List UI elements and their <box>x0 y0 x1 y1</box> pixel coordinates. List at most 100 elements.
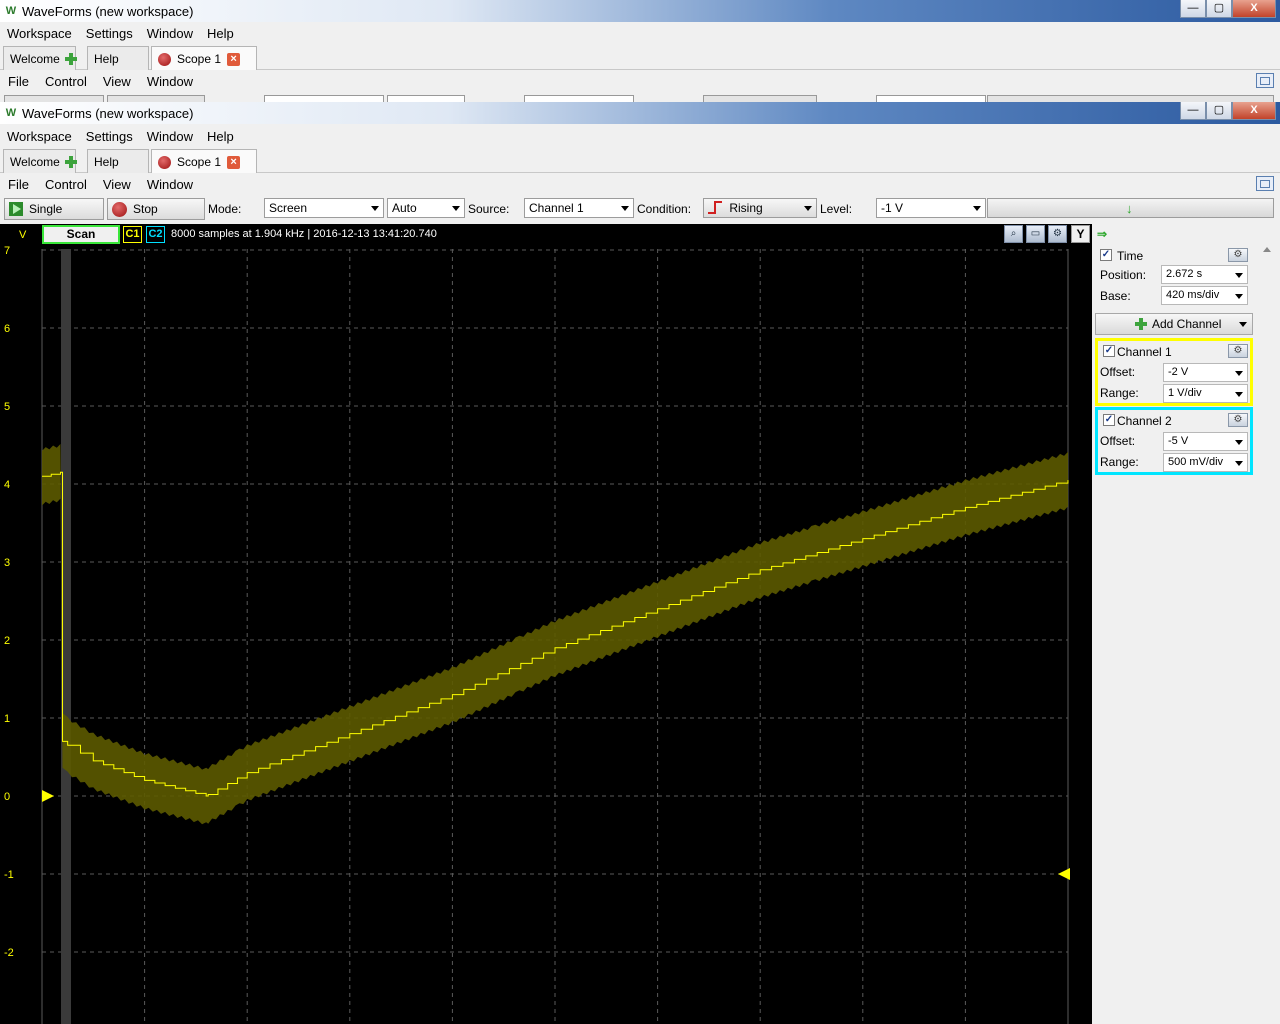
trigger-level-marker <box>1058 868 1070 880</box>
tab-welcome[interactable]: Welcome <box>3 149 78 173</box>
channel-1-range-select[interactable]: 1 V/div <box>1163 384 1248 403</box>
tab-help-label: Help <box>94 51 119 66</box>
stop-label: Stop <box>133 202 158 216</box>
plus-icon[interactable] <box>64 155 78 169</box>
menu-view[interactable]: View <box>95 177 139 192</box>
tab-scope-label: Scope 1 <box>177 155 222 169</box>
arrow-right-icon[interactable]: ⇒ <box>1097 227 1107 241</box>
channel-1-offset-marker <box>42 790 54 802</box>
chevron-down-icon <box>452 206 460 211</box>
close-icon[interactable]: × <box>227 52 241 66</box>
channel-2-offset-select[interactable]: -5 V <box>1163 432 1248 451</box>
plus-icon[interactable] <box>64 52 78 66</box>
menu-help[interactable]: Help <box>200 129 241 144</box>
menu-workspace[interactable]: Workspace <box>0 129 79 144</box>
scope-plot-area[interactable]: V Scan C1 C2 8000 samples at 1.904 kHz |… <box>0 224 1092 1024</box>
channel-1-offset-label: Offset: <box>1100 365 1136 379</box>
toolbar-background-peek <box>0 92 1280 102</box>
chevron-down-icon <box>621 206 629 211</box>
trigger-mode-select[interactable]: Auto <box>387 198 465 218</box>
position-value: 2.672 s <box>1166 268 1203 280</box>
window-titlebar: W WaveForms (new workspace) — ▢ X <box>0 102 1280 124</box>
chevron-down-icon <box>973 206 981 211</box>
menu-settings[interactable]: Settings <box>79 129 140 144</box>
acquisition-toolbar: Single Stop Mode: Screen Auto Source: Ch… <box>0 196 1280 222</box>
source-select[interactable]: Channel 1 <box>524 198 634 218</box>
add-channel-label: Add Channel <box>1152 317 1222 331</box>
menu-control[interactable]: Control <box>37 74 95 89</box>
condition-label: Condition: <box>637 202 692 216</box>
level-marker-icon[interactable]: ↓ <box>1126 202 1133 215</box>
trigger-level-slider[interactable]: ↓ <box>987 198 1274 218</box>
menu-settings[interactable]: Settings <box>79 26 140 41</box>
maximize-button[interactable]: ▢ <box>1206 0 1232 18</box>
tab-welcome-label: Welcome <box>10 51 60 66</box>
tab-scope[interactable]: Scope 1 × <box>151 46 257 71</box>
menu-window[interactable]: Window <box>139 177 201 192</box>
close-window-button[interactable]: X <box>1232 0 1276 18</box>
close-icon[interactable]: × <box>227 155 241 169</box>
channel-2-range-label: Range: <box>1100 455 1139 469</box>
channel-2-range-select[interactable]: 500 mV/div <box>1163 453 1248 472</box>
time-label: Time <box>1117 249 1144 263</box>
mode-select[interactable]: Screen <box>264 198 384 218</box>
channel-1-group: ✓ Channel 1 ⚙ Offset: -2 V Range: 1 V/di… <box>1095 338 1253 406</box>
stop-icon <box>112 201 127 217</box>
main-menubar: Workspace Settings Window Help <box>0 125 1280 147</box>
time-group: ✓ Time ⚙ Position: 2.672 s Base: 420 ms/… <box>1095 246 1253 310</box>
maximize-button[interactable]: ▢ <box>1206 102 1232 120</box>
menu-help[interactable]: Help <box>200 26 241 41</box>
main-menubar-background: Workspace Settings Window Help <box>0 22 1280 44</box>
gear-icon[interactable]: ⚙ <box>1228 248 1248 262</box>
menu-file[interactable]: File <box>0 74 37 89</box>
tab-help-label: Help <box>94 154 119 169</box>
menu-file[interactable]: File <box>0 177 37 192</box>
restore-icon[interactable] <box>1256 73 1274 88</box>
channel-2-range-value: 500 mV/div <box>1168 456 1224 468</box>
channel-2-label: Channel 2 <box>1117 414 1172 428</box>
level-select[interactable]: -1 V <box>876 198 986 218</box>
y-tick-label: 5 <box>4 401 10 413</box>
tab-welcome-label: Welcome <box>10 154 60 169</box>
y-tick-label: 0 <box>4 791 10 803</box>
minimize-button[interactable]: — <box>1180 0 1206 18</box>
channel-1-checkbox[interactable]: ✓ <box>1103 345 1115 357</box>
menu-view[interactable]: View <box>95 74 139 89</box>
tab-scope[interactable]: Scope 1 × <box>151 149 257 174</box>
tab-welcome[interactable]: Welcome <box>3 46 78 70</box>
restore-icon[interactable] <box>1256 176 1274 191</box>
tab-help[interactable]: Help <box>87 46 149 70</box>
tab-scope-label: Scope 1 <box>177 52 222 66</box>
menu-workspace[interactable]: Workspace <box>0 26 79 41</box>
condition-select[interactable]: Rising <box>703 198 817 218</box>
channel-1-range-label: Range: <box>1100 386 1139 400</box>
close-window-button[interactable]: X <box>1232 102 1276 120</box>
menu-control[interactable]: Control <box>37 177 95 192</box>
menu-window[interactable]: Window <box>140 129 200 144</box>
tab-help[interactable]: Help <box>87 149 149 173</box>
window-title: WaveForms (new workspace) <box>22 3 194 19</box>
base-label: Base: <box>1100 289 1131 303</box>
channel-1-offset-value: -2 V <box>1168 366 1189 378</box>
single-button[interactable]: Single <box>4 198 104 220</box>
menu-window[interactable]: Window <box>139 74 201 89</box>
menu-window[interactable]: Window <box>140 26 200 41</box>
stop-button[interactable]: Stop <box>107 198 205 220</box>
scroll-up-icon[interactable] <box>1262 245 1272 255</box>
channel-2-checkbox[interactable]: ✓ <box>1103 414 1115 426</box>
position-select[interactable]: 2.672 s <box>1161 265 1248 284</box>
gear-icon[interactable]: ⚙ <box>1228 344 1248 358</box>
waveforms-logo-icon: W <box>5 5 17 17</box>
window-titlebar-background: W WaveForms (new workspace) — ▢ X <box>0 0 1280 22</box>
tab-strip: Welcome Help Scope 1 × <box>0 147 1280 174</box>
add-channel-button[interactable]: Add Channel <box>1095 313 1253 335</box>
gear-icon[interactable]: ⚙ <box>1228 413 1248 427</box>
mode-label: Mode: <box>208 202 242 216</box>
minimize-button[interactable]: — <box>1180 102 1206 120</box>
channel-1-offset-select[interactable]: -2 V <box>1163 363 1248 382</box>
document-menubar-background: File Control View Window <box>0 70 1280 92</box>
base-select[interactable]: 420 ms/div <box>1161 286 1248 305</box>
time-checkbox[interactable]: ✓ <box>1100 249 1112 261</box>
condition-value: Rising <box>729 201 763 215</box>
record-icon <box>158 52 171 66</box>
